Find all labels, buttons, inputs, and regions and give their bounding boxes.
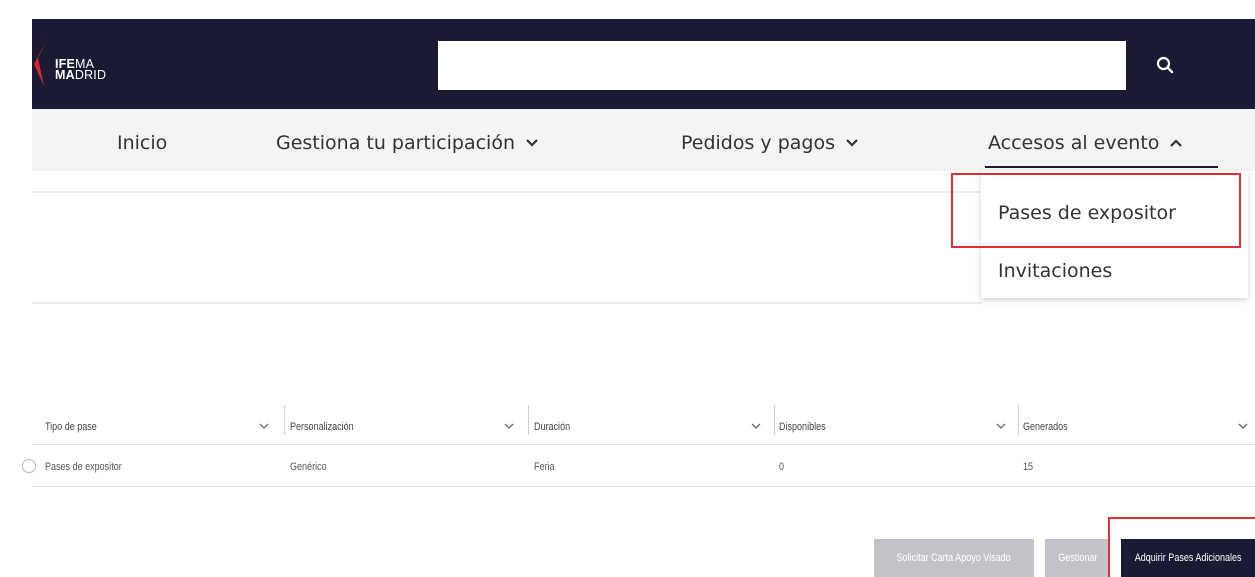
search-input[interactable] [438,41,1126,90]
nav-item-gestiona[interactable]: Gestiona tu participación [276,132,539,154]
divider [32,302,982,304]
table-cell: 0 [779,461,785,473]
search-icon [1156,56,1174,74]
table-row-border [32,486,1255,487]
divider [32,191,982,193]
manage-button[interactable]: Gestionar [1045,539,1110,577]
nav-item-pedidos[interactable]: Pedidos y pagos [681,132,859,154]
request-visa-letter-button[interactable]: Solicitar Carta Apoyo Visado [874,539,1034,577]
chevron-down-icon[interactable] [750,420,762,432]
table-header-border [32,444,1255,445]
column-separator [774,405,775,435]
column-header-personalizacion[interactable]: Personalización [290,421,354,433]
table-cell: Feria [534,461,555,473]
logo-text: IFEMA MADRID [55,57,107,82]
chevron-down-icon [846,139,858,147]
nav-item-label: Pedidos y pagos [681,132,836,154]
nav-item-label: Inicio [117,132,168,154]
column-header-tipo[interactable]: Tipo de pase [45,421,97,433]
menu-item-invitaciones[interactable]: Invitaciones [998,260,1112,282]
nav-item-accesos[interactable]: Accesos al evento [988,132,1183,154]
chevron-down-icon [526,139,538,147]
chevron-up-icon [1170,139,1183,147]
active-tab-indicator [985,166,1218,168]
column-separator [1018,405,1019,435]
chevron-down-icon[interactable] [258,420,270,432]
nav-item-label: Accesos al evento [988,132,1160,154]
search-button[interactable] [1145,45,1185,85]
nav-item-inicio[interactable]: Inicio [117,132,167,154]
column-separator [284,405,285,435]
column-separator [528,405,529,435]
ifema-madrid-logo[interactable]: IFEMA MADRID [34,38,154,90]
chevron-down-icon[interactable] [1237,420,1249,432]
table-cell: Pases de expositor [45,461,122,473]
column-header-disponibles[interactable]: Disponibles [779,421,826,433]
logo-mark-icon [34,38,48,86]
highlight-box [951,173,1241,248]
nav-item-label: Gestiona tu participación [276,132,515,154]
row-select-radio[interactable] [22,459,36,473]
table-cell: Genérico [290,461,327,473]
table-cell: 15 [1023,461,1034,473]
chevron-down-icon[interactable] [503,420,515,432]
highlight-box [1108,517,1255,577]
column-header-generados[interactable]: Generados [1023,421,1068,433]
chevron-down-icon[interactable] [995,420,1007,432]
column-header-duracion[interactable]: Duración [534,421,570,433]
